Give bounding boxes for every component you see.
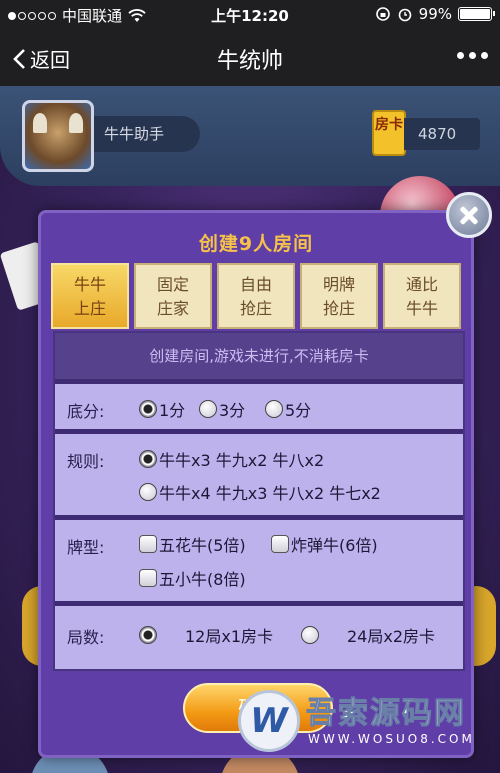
card-types-row: 牌型: 五花牛(5倍) 炸弹牛(6倍) 五小牛(8倍) (55, 515, 463, 601)
card-type-wuxiaoniu-checkbox[interactable]: 五小牛(8倍) (139, 566, 246, 590)
checkbox-icon (139, 569, 157, 587)
rule-option-2[interactable]: 牛牛x4 牛九x3 牛八x2 牛七x2 (139, 480, 381, 504)
watermark-url: WWW.WOSUO8.COM (308, 732, 475, 746)
watermark-title: 吾索源码网 (306, 696, 466, 732)
dialog-title: 创建9人房间 (198, 233, 314, 255)
checkbox-icon (139, 535, 157, 553)
page-title: 牛统帅 (216, 49, 283, 74)
radio-icon (265, 400, 283, 418)
nav-bar: 返回 牛统帅 (0, 28, 500, 86)
tab-free-grab-banker[interactable]: 自由 抢庄 (217, 263, 295, 329)
battery-icon (458, 7, 495, 21)
tab-fixed-banker[interactable]: 固定 庄家 (134, 263, 212, 329)
tab-tongbi-niuniu[interactable]: 通比 牛牛 (383, 263, 461, 329)
status-bar: 中国联通 上午12:20 99% (0, 0, 500, 28)
alarm-icon (398, 8, 411, 22)
room-card-count: 4870 (404, 118, 480, 150)
watermark-logo-icon: W (238, 690, 300, 752)
close-dialog-button[interactable] (446, 192, 492, 238)
radio-icon (139, 483, 157, 501)
base-score-row: 底分: 1分 3分 5分 (55, 379, 463, 429)
tab-niuniu-shangzhuang[interactable]: 牛牛 上庄 (51, 263, 129, 329)
battery-percent: 99% (418, 5, 452, 23)
rotation-lock-icon (375, 7, 390, 21)
rounds-row: 局数: 12局x1房卡 24局x2房卡 (55, 601, 463, 669)
create-room-dialog: 创建9人房间 牛牛 上庄 固定 庄家 自由 抢庄 明牌 抢庄 通比 牛牛 创建房… (38, 210, 474, 758)
base-score-option-1[interactable]: 1分 (139, 397, 185, 421)
card-type-zhadanniu-checkbox[interactable]: 炸弹牛(6倍) (271, 532, 378, 556)
more-options-button[interactable] (457, 52, 488, 59)
base-score-label: 底分: (67, 402, 105, 421)
rounds-option-24[interactable]: 24局x2房卡 (301, 623, 435, 647)
radio-icon (301, 626, 319, 644)
radio-selected-icon (139, 400, 157, 418)
game-mode-tabs: 牛牛 上庄 固定 庄家 自由 抢庄 明牌 抢庄 通比 牛牛 (51, 263, 461, 329)
tab-open-card-grab-banker[interactable]: 明牌 抢庄 (300, 263, 378, 329)
room-settings-panel: 创建房间,游戏未进行,不消耗房卡 底分: 1分 3分 5分 规则: 牛牛x3 牛… (53, 331, 465, 671)
rules-row: 规则: 牛牛x3 牛九x2 牛八x2 牛牛x4 牛九x3 牛八x2 牛七x2 (55, 429, 463, 515)
room-card-icon: 房卡 (372, 110, 406, 156)
notice-text: 创建房间,游戏未进行,不消耗房卡 (55, 333, 463, 379)
card-type-wuhuaniu-checkbox[interactable]: 五花牛(5倍) (139, 532, 246, 556)
room-card-balance: 房卡 4870 (372, 110, 480, 156)
radio-selected-icon (139, 626, 157, 644)
radio-icon (199, 400, 217, 418)
player-avatar[interactable] (22, 100, 94, 172)
card-types-label: 牌型: (67, 538, 105, 557)
rounds-option-12[interactable]: 12局x1房卡 (139, 623, 273, 647)
base-score-option-3[interactable]: 3分 (199, 397, 245, 421)
radio-selected-icon (139, 450, 157, 468)
base-score-option-5[interactable]: 5分 (265, 397, 311, 421)
rule-option-1[interactable]: 牛牛x3 牛九x2 牛八x2 (139, 447, 324, 471)
checkbox-icon (271, 535, 289, 553)
player-nickname: 牛牛助手 (94, 116, 200, 152)
rules-label: 规则: (67, 452, 105, 471)
rounds-label: 局数: (67, 628, 105, 647)
site-watermark: W 吾索源码网 WWW.WOSUO8.COM (238, 686, 500, 758)
